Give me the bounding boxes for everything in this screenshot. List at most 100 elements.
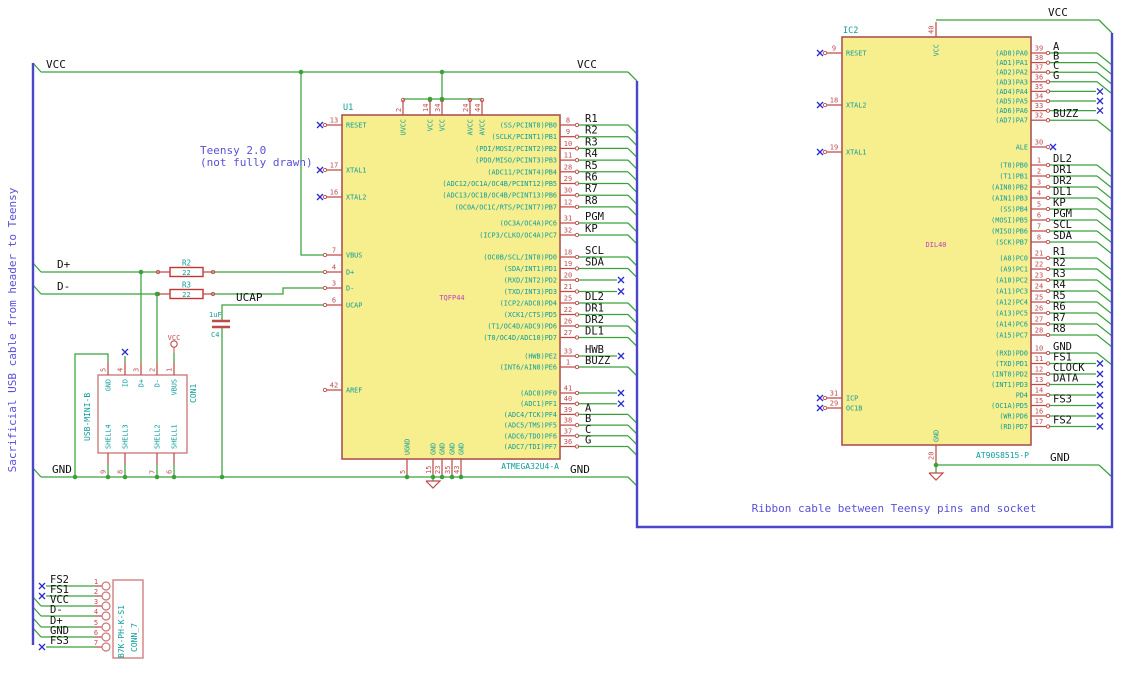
pin-name: GND xyxy=(933,430,941,442)
pin-number: 30 xyxy=(564,187,572,195)
net-label-D+: D+ xyxy=(57,258,71,271)
pin-name: (T0/OC4D/ADC10)PD7 xyxy=(483,334,557,342)
wire xyxy=(627,476,638,487)
pin-name: UGND xyxy=(404,439,412,455)
pin-name: GND xyxy=(105,379,113,391)
junction-dot xyxy=(404,474,410,480)
pin-number: 22 xyxy=(564,306,572,314)
pin-name: AREF xyxy=(346,387,362,395)
pin-name: OC1B xyxy=(846,405,862,413)
pin-name: (INT6/AIN0)PE6 xyxy=(500,364,557,372)
net-label-UCAP: UCAP xyxy=(236,291,263,304)
net-label-VCC: VCC xyxy=(46,58,66,71)
pin-name: (ICP2/ADC8)PD4 xyxy=(500,300,557,308)
pin-number: 32 xyxy=(1035,112,1043,120)
pin-name: (XCK1/CTS)PD5 xyxy=(504,311,557,319)
wire xyxy=(1096,197,1113,211)
pin-number: 6 xyxy=(94,629,98,637)
pin-number: 26 xyxy=(564,318,572,326)
pin-end xyxy=(322,167,328,173)
wire xyxy=(627,413,638,424)
pin-number: 31 xyxy=(564,215,572,223)
pin-number: 28 xyxy=(564,163,572,171)
net-label-R7: R7 xyxy=(585,183,598,195)
pin-name: (TXD)PD1 xyxy=(995,360,1028,368)
pin-name: (A12)PC4 xyxy=(995,299,1028,307)
r2-value: 22 xyxy=(182,269,190,277)
conn7-pad xyxy=(101,581,111,591)
pin-name: XTAL1 xyxy=(846,149,866,157)
pin-name: (RXD)PD0 xyxy=(995,350,1028,358)
pin-number: 31 xyxy=(830,390,838,398)
wire xyxy=(1096,219,1113,233)
wire xyxy=(1096,241,1113,255)
pin-number: 15 xyxy=(1035,397,1043,405)
pin-number: 9 xyxy=(100,470,108,474)
pin-name: D- xyxy=(154,379,162,387)
pin-name: (INT1)PD3 xyxy=(991,381,1028,389)
wire xyxy=(1096,334,1113,348)
junction-dot xyxy=(105,474,111,480)
pin-number: 5 xyxy=(1037,201,1041,209)
pin-name: (OC0B/SCL/INT0)PD0 xyxy=(483,254,557,262)
pin-name: (AD6)PA6 xyxy=(995,107,1028,115)
pin-number: 2 xyxy=(1037,168,1041,176)
conn7-pad xyxy=(101,632,111,642)
pin-name: (AD4)PA4 xyxy=(995,88,1028,96)
net-label-DATA: DATA xyxy=(1053,373,1079,385)
wire xyxy=(627,337,638,347)
pin-number: 5 xyxy=(100,368,108,372)
pin-name: (ADC0)PF0 xyxy=(520,390,557,398)
pin-name: VCC xyxy=(439,119,447,131)
pin-name: (AD5)PA5 xyxy=(995,98,1028,106)
pin-name: (OC3A/OC4A)PC6 xyxy=(500,220,557,228)
wire xyxy=(1096,268,1113,282)
pin-number: 25 xyxy=(564,295,572,303)
pin-name: (A8)PC0 xyxy=(999,255,1028,263)
pin-number: 23 xyxy=(434,466,442,474)
pin-name: SHELL2 xyxy=(154,424,162,449)
pin-end xyxy=(322,269,328,275)
pin-number: 43 xyxy=(453,466,461,474)
r3-value: 22 xyxy=(182,291,190,299)
pin-name: RESET xyxy=(346,122,366,130)
pin-number: 32 xyxy=(564,227,572,235)
net-label-GND: GND xyxy=(1050,451,1070,464)
wire xyxy=(627,222,638,233)
pin-end xyxy=(1045,144,1051,150)
junction-dot xyxy=(171,474,177,480)
pin-name: (A14)PC6 xyxy=(995,321,1028,329)
junction-dot xyxy=(154,474,160,480)
pin-number: 37 xyxy=(564,427,572,435)
pin-name: (SDA/INT1)PD1 xyxy=(504,265,557,273)
junction-dot xyxy=(122,474,128,480)
pin-name: (PDO/MISO/PCINT3)PB3 xyxy=(475,157,557,165)
teensy-note-line2: (not fully drawn) xyxy=(200,156,313,169)
pin-name: (ADC13/OC1B/OC4B/PCINT13)PB6 xyxy=(442,192,557,200)
pin-name: (ADC6/TDO)PF6 xyxy=(504,432,557,440)
wire xyxy=(1096,301,1113,315)
pin-name: (ADC12/OC1A/OC4B/PCINT12)PB5 xyxy=(442,180,557,188)
pin-name: GND xyxy=(439,443,447,455)
junction-dot xyxy=(138,269,144,275)
pin-number: 33 xyxy=(1035,102,1043,110)
net-label-R8: R8 xyxy=(585,195,598,207)
wire xyxy=(1096,208,1113,222)
pin-name: GND xyxy=(430,443,438,455)
pin-name: SHELL3 xyxy=(122,424,130,449)
pin-end xyxy=(322,252,328,258)
net-label-R6: R6 xyxy=(585,172,598,184)
pin-name: (RXD/INT2)PD2 xyxy=(504,277,557,285)
junction-dot xyxy=(298,69,304,75)
pin-number: 9 xyxy=(832,45,836,53)
conn7-pad xyxy=(101,601,111,611)
pin-name: VBUS xyxy=(171,379,179,395)
components xyxy=(95,22,1051,659)
wire xyxy=(1096,164,1113,178)
vcc-power-flag: VCC xyxy=(168,334,181,342)
junction-dot xyxy=(219,474,225,480)
wire xyxy=(1096,323,1113,337)
pin-number: 3 xyxy=(94,598,98,606)
pin-number: 4 xyxy=(332,264,336,272)
pin-number: 20 xyxy=(564,272,572,280)
